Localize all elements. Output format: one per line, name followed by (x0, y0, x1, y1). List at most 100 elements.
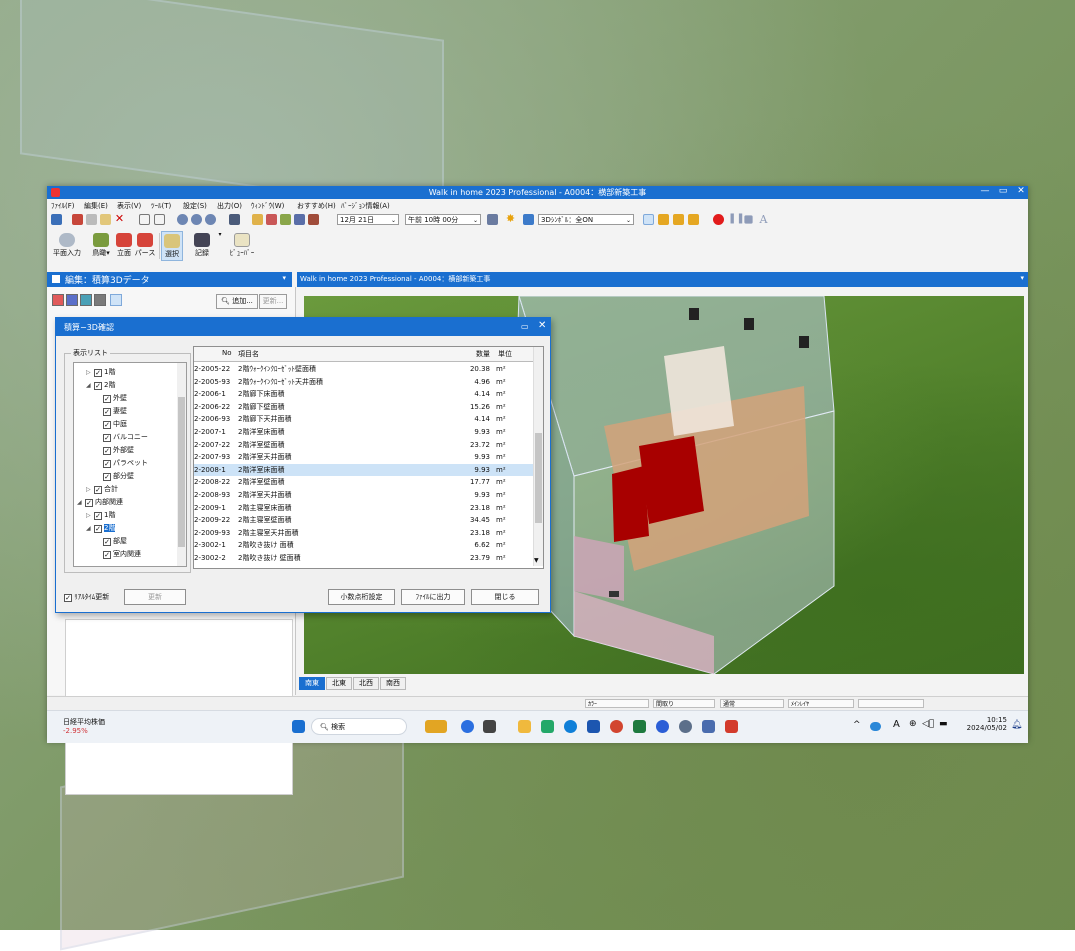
delete-icon[interactable]: ✕ (114, 213, 125, 225)
checkbox-checked-icon[interactable]: ✓ (94, 525, 102, 533)
rotate-icon[interactable] (688, 214, 699, 225)
menu-version[interactable]: ﾊﾞｰｼﾞｮﾝ情報(A) (341, 201, 390, 211)
save-icon[interactable] (51, 214, 62, 225)
realtime-update-checkbox[interactable]: ✓ ﾘｱﾙﾀｲﾑ更新 (64, 592, 109, 602)
redo-icon[interactable] (154, 214, 165, 225)
copilot-icon[interactable] (461, 720, 474, 733)
chevron-up-icon[interactable]: ^ (853, 720, 861, 730)
checkbox-checked-icon[interactable]: ✓ (103, 434, 111, 442)
explorer-icon[interactable] (518, 720, 531, 733)
menu-output[interactable]: 出力(O) (217, 201, 242, 211)
tree-node[interactable]: ✓ 室内関連 (95, 549, 141, 560)
menu-view[interactable]: 表示(V) (117, 201, 141, 211)
tree-node[interactable]: ▷ ✓ 合計 (86, 484, 118, 495)
menu-file[interactable]: ﾌｧｲﾙ(F) (51, 201, 75, 211)
table-row[interactable]: 2-2009-1 2階主寝室床面積 23.18 m² (194, 502, 534, 514)
export-file-button[interactable]: ﾌｧｲﾙに出力 (401, 589, 465, 605)
ime-indicator[interactable]: A (893, 719, 900, 730)
tree-expander-icon[interactable]: ▷ (86, 367, 94, 378)
minimize-button[interactable]: — (975, 186, 995, 196)
date-select[interactable]: 12月 21日 ⌄ (337, 214, 399, 225)
table-row[interactable]: 2-2007-1 2階洋室床面積 9.93 m² (194, 426, 534, 438)
tree-node[interactable]: ✓ 外部壁 (95, 445, 134, 456)
task-view-icon[interactable] (483, 720, 496, 733)
perspective-button[interactable]: パース (134, 231, 156, 261)
tab-northeast[interactable]: 北東 (326, 677, 352, 690)
tree-expander-icon[interactable]: ◢ (86, 523, 94, 534)
table-row[interactable]: 2-2008-22 2階洋室壁面積 17.77 m² (194, 476, 534, 488)
table-row[interactable]: 2-2009-22 2階主寝室壁面積 34.45 m² (194, 514, 534, 526)
checkbox-checked-icon[interactable]: ✓ (103, 473, 111, 481)
zoom-app-icon[interactable] (656, 720, 669, 733)
print-icon[interactable] (229, 214, 240, 225)
table-row[interactable]: 2-2006-22 2階廊下壁面積 15.26 m² (194, 401, 534, 413)
paste-icon[interactable] (100, 214, 111, 225)
clock[interactable]: 10:15 2024/05/02 (965, 716, 1007, 732)
move-down-icon[interactable] (658, 214, 669, 225)
data-type-icon[interactable] (66, 294, 78, 306)
undo-icon[interactable] (139, 214, 150, 225)
table-row[interactable]: 2-2009-93 2階主寝室天井面積 23.18 m² (194, 527, 534, 539)
update-button[interactable]: 更新... (259, 294, 287, 309)
record-button[interactable]: 記録 (190, 231, 214, 261)
speaker-icon[interactable]: ◁ﾞ (922, 719, 934, 729)
col-qty[interactable]: 数量 (476, 349, 490, 359)
checkbox-checked-icon[interactable]: ✓ (103, 551, 111, 559)
tree-node[interactable]: ✓ パラペット (95, 458, 148, 469)
tree-expander-icon[interactable]: ▷ (86, 510, 94, 521)
walk-icon[interactable] (643, 214, 654, 225)
network-app-icon[interactable] (541, 720, 554, 733)
table-row[interactable]: 2-2007-22 2階洋室壁面積 23.72 m² (194, 439, 534, 451)
display-list-tree[interactable]: ▷ ✓ 1階 ◢ ✓ 2階 ✓ 外壁 ✓ 妻壁 ✓ 中庭 ✓ バルコニー ✓ 外部壁 ✓ パラペット ✓ 部分壁 ▷ ✓ 合… (73, 362, 187, 567)
table-row[interactable]: 2-2008-1 2階洋室床面積 9.93 m² (194, 463, 534, 476)
table-row[interactable]: 2-2006-1 2階廊下床面積 4.14 m² (194, 388, 534, 400)
menu-tools[interactable]: ﾂｰﾙ(T) (151, 201, 171, 211)
cut-icon[interactable] (72, 214, 83, 225)
checkbox-checked-icon[interactable]: ✓ (94, 486, 102, 494)
tree-expander-icon[interactable]: ▷ (86, 484, 94, 495)
tab-southwest[interactable]: 南西 (380, 677, 406, 690)
tab-southeast[interactable]: 南東 (299, 677, 325, 690)
close-button[interactable]: ✕ (1011, 186, 1031, 196)
checkbox-checked-icon[interactable]: ✓ (103, 421, 111, 429)
word-icon[interactable] (587, 720, 600, 733)
tree-node[interactable]: ◢ ✓ 2階 (86, 523, 116, 534)
tree-scroll-thumb[interactable] (178, 397, 185, 547)
windows-start-icon[interactable] (292, 720, 305, 733)
lamp-icon[interactable] (252, 214, 263, 225)
edge-icon[interactable] (564, 720, 577, 733)
tree-node[interactable]: ◢ ✓ 内部関連 (77, 497, 123, 508)
table-row[interactable]: 2-3002-1 2階吹き抜け 面積 6.62 m² (194, 539, 534, 551)
dialog-maximize-button[interactable]: ▭ (521, 322, 529, 331)
dialog-update-button[interactable]: 更新 (124, 589, 186, 605)
checkbox-checked-icon[interactable]: ✓ (94, 512, 102, 520)
col-name[interactable]: 項目名 (238, 349, 259, 359)
sun-icon[interactable]: ✸ (505, 213, 516, 225)
left-panel-dropdown[interactable]: ▾ (282, 274, 286, 282)
zoom-out-icon[interactable] (205, 214, 216, 225)
dialog-close-action-button[interactable]: 閉じる (471, 589, 539, 605)
checkbox-checked-icon[interactable]: ✓ (103, 395, 111, 403)
zoom-in-icon[interactable] (191, 214, 202, 225)
3d-symbol-select[interactable]: 3Dｼﾝﾎﾞﾙ：全ON ⌄ (538, 214, 634, 225)
plan-input-button[interactable]: 平面入力 (51, 231, 83, 261)
data-type-icon[interactable] (80, 294, 92, 306)
tab-northwest[interactable]: 北西 (353, 677, 379, 690)
clock-icon[interactable] (487, 214, 498, 225)
notification-bell-icon[interactable]: 🔔︎ (1011, 720, 1022, 730)
table-scrollbar[interactable] (533, 347, 543, 566)
tree-expander-icon[interactable]: ◢ (86, 380, 94, 391)
tree-node[interactable]: ✓ 部屋 (95, 536, 127, 547)
data-type-icon[interactable] (52, 294, 64, 306)
table-row[interactable]: 2-2008-93 2階洋室天井面積 9.93 m² (194, 489, 534, 501)
decimal-settings-button[interactable]: 小数点桁設定 (328, 589, 395, 605)
viewport-dropdown[interactable]: ▾ (1020, 274, 1024, 282)
car-icon[interactable] (308, 214, 319, 225)
scroll-down-icon[interactable]: ▼ (534, 557, 539, 564)
battery-icon[interactable]: ▬ (939, 719, 948, 729)
checkbox-checked-icon[interactable]: ✓ (103, 447, 111, 455)
checkbox-checked-icon[interactable]: ✓ (103, 538, 111, 546)
data-type-icon[interactable] (94, 294, 106, 306)
viewer-button[interactable]: ﾋﾞｭｰﾊﾞｰ (225, 231, 259, 261)
checkbox-checked-icon[interactable]: ✓ (103, 460, 111, 468)
